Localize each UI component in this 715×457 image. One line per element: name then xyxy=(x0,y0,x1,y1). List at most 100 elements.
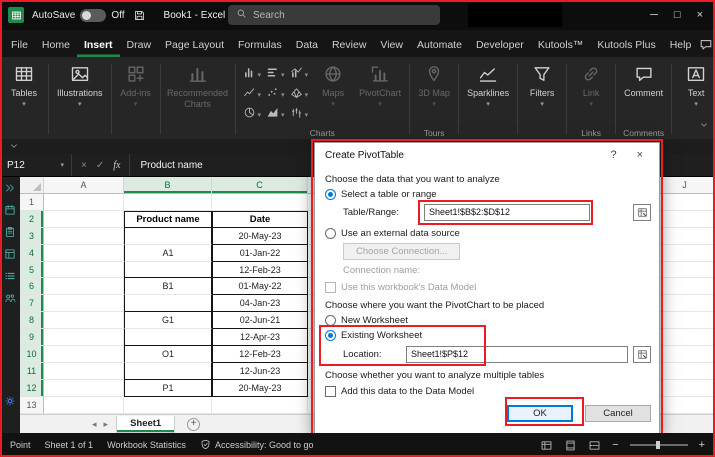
ribbon-tab-view[interactable]: View xyxy=(373,34,410,57)
cell-C5[interactable]: 12-Feb-23 xyxy=(212,262,308,279)
help-button[interactable]: ? xyxy=(610,149,616,161)
checkbox[interactable] xyxy=(325,386,336,397)
comments-icon[interactable] xyxy=(699,38,713,52)
chart-type-chart-column[interactable]: ▾ xyxy=(243,66,262,84)
workbook-statistics[interactable]: Workbook Statistics xyxy=(107,440,186,450)
ribbon-tab-data[interactable]: Data xyxy=(289,34,325,57)
autosave-control[interactable]: AutoSave Off xyxy=(32,9,125,22)
cell-C9[interactable]: 12-Apr-23 xyxy=(212,329,308,346)
ribbon-tab-help[interactable]: Help xyxy=(663,34,699,57)
collapse-ribbon-icon[interactable] xyxy=(696,116,712,136)
cell-A12[interactable] xyxy=(44,380,124,397)
cell-B9[interactable] xyxy=(124,329,212,346)
zoom-slider[interactable] xyxy=(630,444,688,446)
ribbon-tab-draw[interactable]: Draw xyxy=(120,34,159,57)
radio-existing-worksheet[interactable]: Existing Worksheet xyxy=(325,329,651,342)
column-header-J[interactable]: J xyxy=(656,177,714,194)
cell-A1[interactable] xyxy=(44,194,124,211)
new-sheet-button[interactable]: + xyxy=(187,418,200,431)
cell-C2[interactable]: Date xyxy=(212,211,308,228)
radio-button[interactable] xyxy=(325,228,336,239)
checkbox-workbook-data-model[interactable]: Use this workbook's Data Model xyxy=(325,281,651,294)
normal-view-icon[interactable] xyxy=(540,439,553,452)
cell-J10[interactable] xyxy=(656,346,714,363)
ribbon-button-sparklines[interactable]: Sparklines▾ xyxy=(463,59,513,110)
checkbox[interactable] xyxy=(325,282,336,293)
ribbon-button-tables[interactable]: Tables▾ xyxy=(4,59,44,110)
formula-content[interactable]: Product name xyxy=(130,160,202,171)
save-icon[interactable] xyxy=(133,9,146,22)
cell-C7[interactable]: 04-Jan-23 xyxy=(212,295,308,312)
cell-A6[interactable] xyxy=(44,278,124,295)
cell-B6[interactable]: B1 xyxy=(124,278,212,295)
confirm-entry-icon[interactable]: ✓ xyxy=(96,160,104,171)
double-chevron-icon[interactable] xyxy=(4,182,16,194)
row-header-1[interactable]: 1 xyxy=(20,194,44,211)
cell-B5[interactable] xyxy=(124,262,212,279)
select-all-corner[interactable] xyxy=(20,177,44,194)
cell-J3[interactable] xyxy=(656,228,714,245)
range-picker-icon[interactable] xyxy=(633,204,651,221)
radio-new-worksheet[interactable]: New Worksheet xyxy=(325,314,651,327)
radio-select-table-range[interactable]: Select a table or range xyxy=(325,188,651,201)
cell-B1[interactable] xyxy=(124,194,212,211)
gear-icon[interactable] xyxy=(4,395,16,407)
name-box[interactable]: P12 ▾ xyxy=(0,154,72,176)
zoom-in-button[interactable]: + xyxy=(699,439,705,451)
next-sheet-icon[interactable]: ▸ xyxy=(104,419,109,430)
column-header-C[interactable]: C xyxy=(212,177,308,194)
prev-sheet-icon[interactable]: ◂ xyxy=(92,419,97,430)
cell-C6[interactable]: 01-May-22 xyxy=(212,278,308,295)
page-break-view-icon[interactable] xyxy=(588,439,601,452)
chart-type-chart-pie[interactable]: ▾ xyxy=(243,106,262,124)
cell-A13[interactable] xyxy=(44,397,124,414)
cancel-entry-icon[interactable]: × xyxy=(81,160,87,171)
ribbon-button-comment[interactable]: Comment xyxy=(620,59,667,101)
ribbon-button-text[interactable]: Text▾ xyxy=(676,59,715,110)
cell-A3[interactable] xyxy=(44,228,124,245)
radio-button-selected[interactable] xyxy=(325,330,336,341)
cell-B10[interactable]: O1 xyxy=(124,346,212,363)
cell-A11[interactable] xyxy=(44,363,124,380)
cell-B3[interactable] xyxy=(124,228,212,245)
row-header-5[interactable]: 5 xyxy=(20,262,44,279)
cell-C10[interactable]: 12-Feb-23 xyxy=(212,346,308,363)
ribbon-tab-home[interactable]: Home xyxy=(35,34,77,57)
choose-connection-button[interactable]: Choose Connection... xyxy=(343,243,460,260)
ribbon-tab-insert[interactable]: Insert xyxy=(77,34,120,57)
row-header-6[interactable]: 6 xyxy=(20,278,44,295)
row-header-2[interactable]: 2 xyxy=(20,211,44,228)
column-header-B[interactable]: B xyxy=(124,177,212,194)
ribbon-tab-automate[interactable]: Automate xyxy=(410,34,469,57)
cell-A4[interactable] xyxy=(44,245,124,262)
ribbon-tab-file[interactable]: File xyxy=(4,34,35,57)
cell-B7[interactable] xyxy=(124,295,212,312)
clipboard-icon[interactable] xyxy=(4,226,16,238)
chart-type-chart-combo[interactable]: ▾ xyxy=(290,66,309,84)
cell-C8[interactable]: 02-Jun-21 xyxy=(212,312,308,329)
page-layout-view-icon[interactable] xyxy=(564,439,577,452)
cancel-button[interactable]: Cancel xyxy=(585,405,651,422)
range-picker-icon[interactable] xyxy=(633,346,651,363)
cell-A2[interactable] xyxy=(44,211,124,228)
cell-C4[interactable]: 01-Jan-22 xyxy=(212,245,308,262)
cell-C11[interactable]: 12-Jun-23 xyxy=(212,363,308,380)
cell-J4[interactable] xyxy=(656,245,714,262)
checkbox-add-data-model[interactable]: Add this data to the Data Model xyxy=(325,385,651,398)
location-input[interactable] xyxy=(406,346,628,363)
row-header-13[interactable]: 13 xyxy=(20,397,44,414)
cell-C3[interactable]: 20-May-23 xyxy=(212,228,308,245)
cell-B2[interactable]: Product name xyxy=(124,211,212,228)
row-header-4[interactable]: 4 xyxy=(20,245,44,262)
cell-A5[interactable] xyxy=(44,262,124,279)
cell-B12[interactable]: P1 xyxy=(124,380,212,397)
cell-C13[interactable] xyxy=(212,397,308,414)
cell-J6[interactable] xyxy=(656,278,714,295)
cell-A9[interactable] xyxy=(44,329,124,346)
chart-type-chart-stock[interactable]: ▾ xyxy=(290,106,309,124)
search-box[interactable]: Search xyxy=(228,5,440,25)
cell-J13[interactable] xyxy=(656,397,714,414)
radio-button[interactable] xyxy=(325,315,336,326)
chart-type-chart-scatter[interactable]: ▾ xyxy=(266,86,285,104)
autosave-toggle[interactable] xyxy=(80,9,106,22)
